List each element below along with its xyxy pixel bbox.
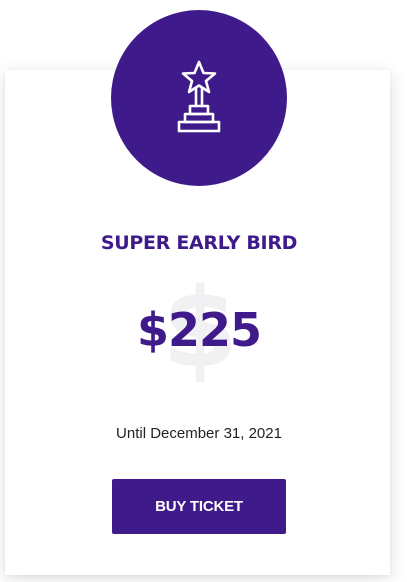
ticket-title: SUPER EARLY BIRD <box>100 232 298 254</box>
ticket-deadline: Until December 31, 2021 <box>116 425 282 442</box>
trophy-star-icon <box>169 58 229 138</box>
ticket-badge <box>111 10 287 186</box>
pricing-stage: SUPER EARLY BIRD $ $225 Until December 3… <box>0 0 407 582</box>
buy-ticket-button[interactable]: BUY TICKET <box>112 479 286 534</box>
ticket-price: $225 <box>136 303 262 357</box>
